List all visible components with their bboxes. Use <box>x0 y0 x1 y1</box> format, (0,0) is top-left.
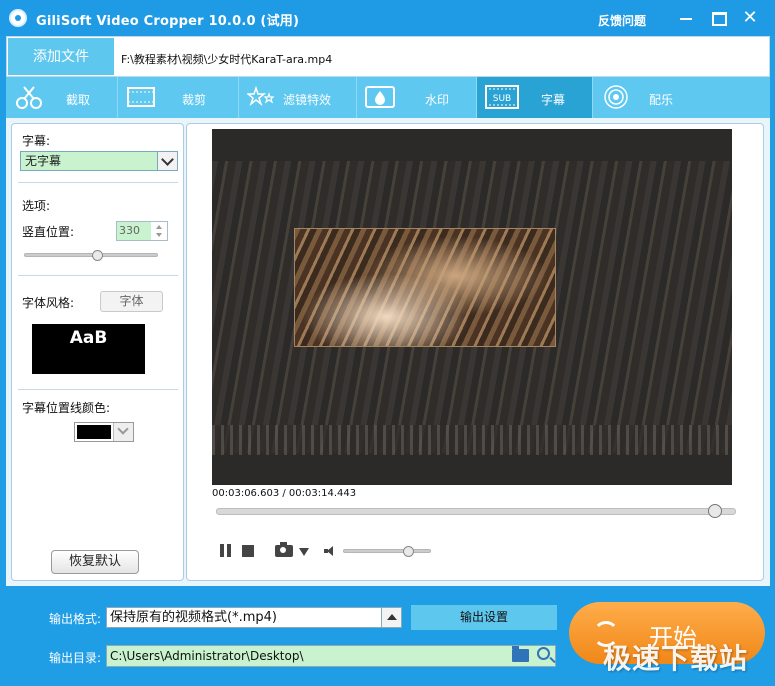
maximize-icon[interactable] <box>708 8 728 28</box>
chevron-down-icon[interactable] <box>157 152 177 170</box>
window-title: GiliSoft Video Cropper 10.0.0 (试用) <box>36 14 300 29</box>
preview-panel: 00:03:06.603 / 00:03:14.443 <box>186 123 764 581</box>
crop-icon <box>127 87 155 107</box>
playback-progress-bar[interactable] <box>216 508 736 515</box>
divider <box>18 182 178 183</box>
playback-progress-thumb[interactable] <box>708 504 723 518</box>
site-watermark: 极速下载站 <box>603 642 749 675</box>
watermark-icon <box>365 86 395 108</box>
tab-label: 字幕 <box>541 93 566 107</box>
tab-effects[interactable]: 滤镜特效 <box>239 77 357 118</box>
line-color-picker[interactable] <box>74 422 134 442</box>
vertical-position-label: 竖直位置: <box>22 225 75 239</box>
font-style-label: 字体风格: <box>22 296 75 310</box>
font-button[interactable]: 字体 <box>100 291 163 312</box>
tab-music[interactable]: 配乐 <box>593 77 702 118</box>
chevron-down-icon[interactable] <box>113 423 133 441</box>
title-bar: GiliSoft Video Cropper 10.0.0 (试用) 反馈问题 … <box>0 0 775 36</box>
vertical-position-stepper[interactable]: 330 <box>116 221 168 241</box>
feedback-link[interactable]: 反馈问题 <box>598 12 646 29</box>
chevron-up-icon[interactable] <box>381 608 401 627</box>
file-row: 添加文件 F:\教程素材\视频\少女时代KaraT-ara.mp4 <box>6 36 770 77</box>
vertical-position-slider-thumb[interactable] <box>91 250 103 261</box>
video-preview[interactable] <box>212 129 732 485</box>
snapshot-menu-icon[interactable] <box>299 548 309 556</box>
main-area: 字幕: 无字幕 选项: 竖直位置: 330 字体风格: 字体 AaB 字幕位置线… <box>6 118 770 586</box>
output-settings-button[interactable]: 输出设置 <box>411 605 557 630</box>
video-frame-lower <box>212 425 732 455</box>
tab-label: 配乐 <box>649 93 674 107</box>
options-label: 选项: <box>22 199 51 213</box>
volume-slider[interactable] <box>343 549 431 553</box>
reset-defaults-button[interactable]: 恢复默认 <box>51 550 139 574</box>
tab-cut[interactable]: 截取 <box>6 77 118 118</box>
cut-icon <box>16 86 42 109</box>
tab-crop[interactable]: 裁剪 <box>118 77 239 118</box>
time-readout: 00:03:06.603 / 00:03:14.443 <box>212 488 357 499</box>
file-path: F:\教程素材\视频\少女时代KaraT-ara.mp4 <box>121 53 333 66</box>
pause-icon[interactable] <box>219 544 233 557</box>
font-preview: AaB <box>32 324 145 374</box>
add-file-button[interactable]: 添加文件 <box>7 37 115 76</box>
subtitle-select-value: 无字幕 <box>25 154 62 168</box>
tab-subtitle[interactable]: SUB 字幕 <box>477 77 593 118</box>
output-dir-field[interactable]: C:\Users\Administrator\Desktop\ <box>106 645 556 667</box>
color-swatch <box>77 425 111 439</box>
spin-up-icon[interactable] <box>151 222 167 231</box>
output-bar: 输出格式: 保持原有的视频格式(*.mp4) 输出设置 输出目录: C:\Use… <box>0 590 775 686</box>
divider <box>18 389 178 390</box>
volume-slider-thumb[interactable] <box>403 546 414 557</box>
line-color-label: 字幕位置线颜色: <box>22 401 111 415</box>
subtitle-select[interactable]: 无字幕 <box>20 151 178 171</box>
tab-bar: 截取 裁剪 滤镜特效 水印 SUB 字幕 配乐 <box>6 77 770 118</box>
subtitle-label: 字幕: <box>22 134 51 148</box>
effects-icon <box>247 85 275 107</box>
tab-label: 滤镜特效 <box>283 93 332 107</box>
search-icon[interactable] <box>537 647 550 660</box>
folder-icon[interactable] <box>512 646 529 662</box>
spin-down-icon[interactable] <box>151 231 167 240</box>
output-format-select[interactable]: 保持原有的视频格式(*.mp4) <box>106 607 402 628</box>
app-logo-icon <box>9 9 27 27</box>
snapshot-icon[interactable] <box>275 542 293 557</box>
vertical-position-value[interactable]: 330 <box>117 222 151 240</box>
tab-label: 截取 <box>66 93 91 107</box>
tab-label: 裁剪 <box>182 93 207 107</box>
music-icon <box>604 85 628 109</box>
tab-watermark[interactable]: 水印 <box>357 77 477 118</box>
minimize-icon[interactable] <box>676 8 696 28</box>
output-format-value: 保持原有的视频格式(*.mp4) <box>110 610 277 625</box>
subtitle-icon: SUB <box>485 85 519 109</box>
output-dir-label: 输出目录: <box>49 651 102 665</box>
close-icon[interactable]: ✕ <box>740 8 760 28</box>
output-format-label: 输出格式: <box>49 612 102 626</box>
subtitle-settings-panel: 字幕: 无字幕 选项: 竖直位置: 330 字体风格: 字体 AaB 字幕位置线… <box>11 123 184 581</box>
tab-label: 水印 <box>425 93 450 107</box>
stop-icon[interactable] <box>242 545 254 557</box>
subtitle-region <box>294 228 556 347</box>
divider <box>18 275 178 276</box>
volume-icon[interactable] <box>324 546 336 556</box>
svg-text:SUB: SUB <box>493 94 511 104</box>
